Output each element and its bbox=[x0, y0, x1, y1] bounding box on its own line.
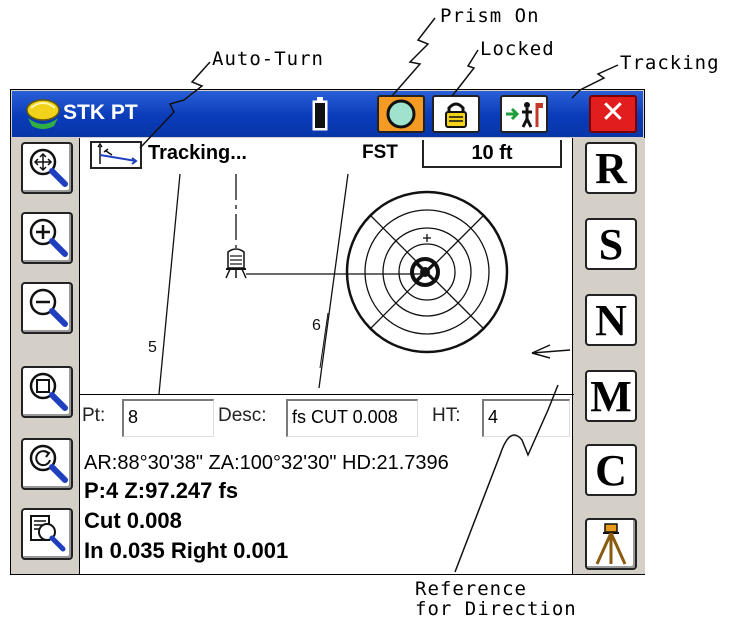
measure-mode[interactable]: FST bbox=[362, 142, 398, 164]
annotation-tracking: Tracking bbox=[620, 52, 720, 74]
close-button[interactable]: ✕ bbox=[589, 95, 637, 133]
annotation-prism-on: Prism On bbox=[440, 5, 540, 27]
zoom-in-button[interactable] bbox=[21, 212, 73, 264]
plot-area[interactable]: 5 6 bbox=[80, 168, 574, 394]
desc-field[interactable]: fs CUT 0.008 bbox=[286, 399, 418, 437]
app-logo-icon bbox=[26, 99, 60, 129]
line-6b bbox=[319, 312, 329, 369]
c-button[interactable]: C bbox=[585, 444, 637, 496]
instrument-setup-button[interactable] bbox=[585, 518, 637, 570]
reference-direction-arrow bbox=[531, 344, 571, 359]
zoom-extents-icon bbox=[29, 148, 68, 187]
locked-button[interactable] bbox=[432, 95, 480, 133]
scale-display[interactable]: 10 ft bbox=[422, 140, 562, 168]
main-panel: Tracking... FST 10 ft 5 6 Pt: 8 Desc: fs… bbox=[79, 138, 574, 574]
zoom-previous-button[interactable] bbox=[21, 438, 73, 490]
zoom-extents-button[interactable] bbox=[21, 142, 73, 194]
n-button[interactable]: N bbox=[585, 294, 637, 346]
point-readout: P:4 Z:97.247 fs bbox=[84, 478, 239, 503]
auto-turn-icon bbox=[97, 142, 138, 165]
left-toolbar bbox=[11, 138, 79, 574]
cut-readout: Cut 0.008 bbox=[84, 508, 182, 533]
auto-turn-button[interactable] bbox=[90, 141, 142, 169]
battery-icon bbox=[312, 97, 328, 131]
device-window: STK PT ✕ Tracking... FST 10 ft 5 6 Pt: 8… bbox=[10, 89, 645, 575]
zoom-window-button[interactable] bbox=[21, 366, 73, 418]
pt-label: Pt: bbox=[82, 405, 106, 426]
app-title: STK PT bbox=[63, 101, 138, 124]
zoom-out-icon bbox=[29, 288, 68, 327]
target-rings bbox=[345, 190, 509, 354]
zoom-in-icon bbox=[29, 218, 68, 257]
line-5 bbox=[158, 173, 181, 394]
r-button[interactable]: R bbox=[585, 142, 637, 194]
offset-readout: In 0.035 Right 0.001 bbox=[84, 538, 289, 563]
angles-readout: AR:88°30'38" ZA:100°32'30" HD:21.7396 bbox=[84, 452, 449, 474]
annotation-locked: Locked bbox=[480, 38, 555, 60]
line-label-6: 6 bbox=[312, 317, 321, 334]
annotation-auto-turn: Auto-Turn bbox=[212, 48, 324, 70]
point-fields-row: Pt: 8 Desc: fs CUT 0.008 HT: 4 bbox=[80, 394, 574, 439]
tripod-icon bbox=[595, 523, 627, 565]
zoom-out-button[interactable] bbox=[21, 282, 73, 334]
annotation-reference-line1: Reference bbox=[415, 578, 527, 600]
zoom-window-icon bbox=[29, 372, 68, 411]
zoom-previous-icon bbox=[29, 444, 68, 483]
pt-field[interactable]: 8 bbox=[122, 399, 214, 437]
zoom-object-icon bbox=[30, 515, 66, 552]
prism-icon bbox=[386, 99, 416, 129]
annotation-reference-line2: for Direction bbox=[415, 598, 577, 620]
ht-field[interactable]: 4 bbox=[482, 399, 570, 437]
lock-icon bbox=[445, 102, 467, 128]
ht-label: HT: bbox=[432, 405, 461, 426]
line-6 bbox=[318, 173, 349, 389]
zoom-object-button[interactable] bbox=[21, 508, 73, 560]
tracking-button[interactable] bbox=[500, 95, 548, 133]
prism-on-button[interactable] bbox=[377, 95, 425, 133]
right-toolbar: R S N M C bbox=[575, 138, 645, 574]
s-button[interactable]: S bbox=[585, 218, 637, 270]
m-button[interactable]: M bbox=[585, 370, 637, 422]
desc-label: Desc: bbox=[218, 405, 267, 426]
tracking-status: Tracking... bbox=[148, 142, 247, 164]
title-bar: STK PT ✕ bbox=[12, 91, 643, 137]
tracking-icon bbox=[506, 102, 543, 128]
instrument-icon bbox=[225, 248, 247, 279]
line-label-5: 5 bbox=[148, 339, 157, 356]
